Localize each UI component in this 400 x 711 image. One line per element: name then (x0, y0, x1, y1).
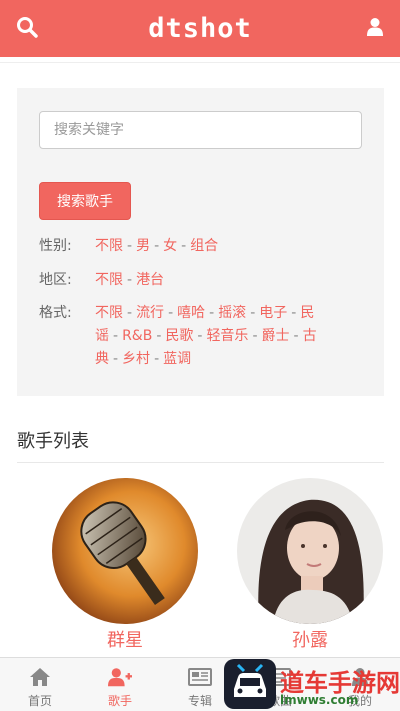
home-icon (30, 668, 50, 686)
filter-separator: - (127, 305, 133, 321)
filter-separator: - (181, 238, 187, 254)
filter-option[interactable]: 乡村 (122, 351, 150, 367)
filter-separator: - (250, 305, 256, 321)
filter-option[interactable]: 蓝调 (163, 351, 191, 367)
app-logo: dtshot (148, 13, 252, 44)
filter-option[interactable]: 流行 (136, 305, 164, 321)
filter-option[interactable]: 女 (163, 238, 177, 254)
app-header: dtshot (0, 0, 400, 57)
filter-gender-options: 不限 - 男 - 女 - 组合 (95, 235, 335, 258)
search-singer-button[interactable]: 搜索歌手 (39, 182, 131, 220)
filter-separator: - (291, 305, 297, 321)
add-user-icon (108, 668, 132, 687)
filter-separator: - (113, 328, 119, 344)
filter-separator: - (252, 328, 258, 344)
filter-region: 地区: 不限 - 港台 (39, 269, 335, 292)
singer-avatar-microphone (52, 478, 198, 624)
filter-separator: - (197, 328, 203, 344)
user-button[interactable] (360, 12, 390, 42)
singer-card[interactable]: 孙露 (237, 478, 383, 651)
filter-separator: - (293, 328, 299, 344)
filter-gender: 性别: 不限 - 男 - 女 - 组合 (39, 235, 335, 258)
filter-genre-options: 不限 - 流行 - 嘻哈 - 摇滚 - 电子 - 民谣 - R&B - 民歌 - 轻音乐 - 爵士 - 古典 - 乡村 - 蓝调 (95, 302, 335, 371)
filter-option[interactable]: 港台 (136, 272, 164, 288)
filter-region-options: 不限 - 港台 (95, 269, 335, 292)
filter-option[interactable]: 爵士 (262, 328, 290, 344)
filter-option[interactable]: 民歌 (165, 328, 193, 344)
filter-option[interactable]: 男 (136, 238, 150, 254)
filter-genre: 格式: 不限 - 流行 - 嘻哈 - 摇滚 - 电子 - 民谣 - R&B - 民歌 - 轻音乐 - 爵士 - 古典 - 乡… (39, 302, 335, 371)
newspaper-icon (188, 668, 212, 686)
filter-gender-label: 性别: (39, 238, 72, 254)
filter-option[interactable]: 不限 (95, 305, 123, 321)
filter-option[interactable]: 不限 (95, 238, 123, 254)
singer-avatar-portrait (237, 478, 383, 624)
filter-separator: - (168, 305, 174, 321)
filter-separator: - (127, 238, 133, 254)
watermark-logo (224, 659, 276, 709)
filter-separator: - (154, 238, 160, 254)
filter-option[interactable]: R&B (122, 328, 152, 344)
filter-option[interactable]: 嘻哈 (177, 305, 205, 321)
watermark-url: lmwws.com (280, 693, 359, 707)
filter-panel: 搜索歌手 性别: 不限-男-女-组合 地区: 不限-港台 格式: 不限-流行-嘻… (17, 88, 384, 396)
filter-separator: - (154, 351, 160, 367)
header-divider (0, 57, 400, 63)
watermark: 道车手游网 lmwws.com (222, 657, 400, 711)
search-icon (17, 17, 38, 38)
filter-option[interactable]: 轻音乐 (206, 328, 248, 344)
tab-home[interactable]: 首页 (0, 658, 80, 711)
filter-region-label: 地区: (39, 272, 72, 288)
user-icon (367, 18, 383, 36)
tab-label: 专辑 (187, 694, 212, 708)
singer-card[interactable]: 群星 (52, 478, 198, 651)
filter-separator: - (113, 351, 119, 367)
search-input[interactable] (39, 111, 362, 149)
filter-option[interactable]: 组合 (190, 238, 218, 254)
filter-genre-label: 格式: (39, 305, 72, 321)
singer-list-title: 歌手列表 (17, 431, 89, 452)
filter-option[interactable]: 摇滚 (218, 305, 246, 321)
filter-separator: - (156, 328, 162, 344)
tab-singer[interactable]: 歌手 (80, 658, 160, 711)
filter-separator: - (127, 272, 133, 288)
singer-name: 群星 (107, 630, 143, 651)
singer-name: 孙露 (292, 630, 328, 651)
search-button[interactable] (12, 12, 42, 42)
filter-separator: - (209, 305, 215, 321)
tab-label: 首页 (27, 694, 52, 708)
filter-option[interactable]: 电子 (259, 305, 287, 321)
section-divider (17, 462, 384, 463)
filter-option[interactable]: 不限 (95, 272, 123, 288)
tab-label: 歌手 (107, 694, 132, 708)
